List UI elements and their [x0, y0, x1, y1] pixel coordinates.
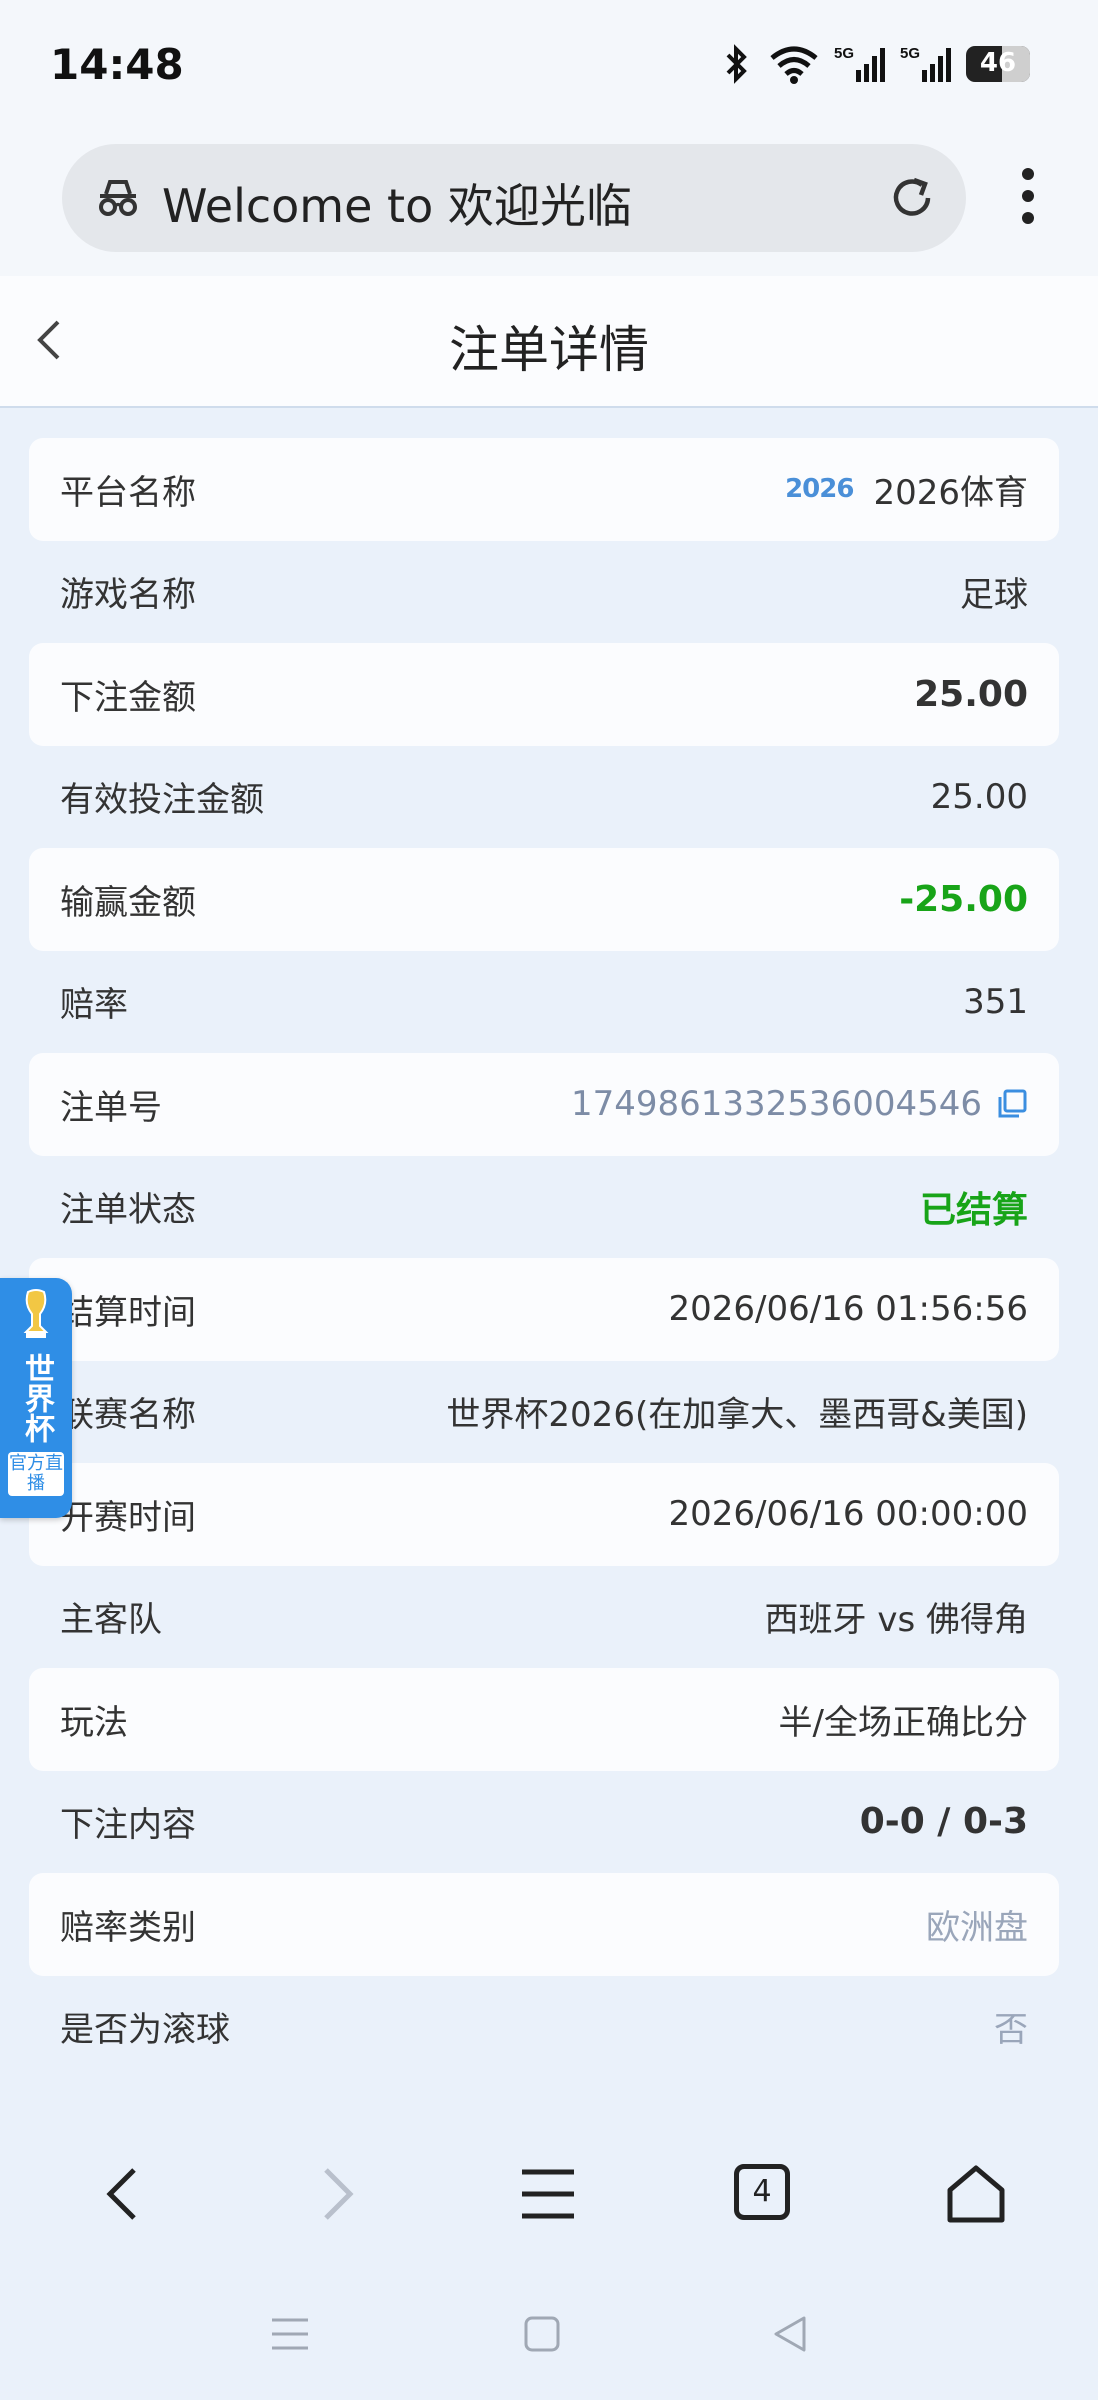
row-label: 主客队 — [60, 1600, 162, 1641]
row-label: 下注金额 — [60, 677, 196, 718]
browser-toolbar: Welcome to 欢迎光临 — [0, 136, 1098, 276]
platform-logo: 2026 — [785, 474, 854, 505]
row-odds-type: 赔率类别 欧洲盘 — [29, 1873, 1059, 1976]
row-label: 游戏名称 — [60, 575, 196, 616]
more-menu-icon[interactable] — [1018, 168, 1038, 228]
system-nav-bar — [0, 2290, 1098, 2400]
reload-icon[interactable] — [888, 174, 936, 222]
signal-icon-1: 5G — [834, 45, 885, 82]
clock: 14:48 — [50, 40, 184, 89]
row-start-time: 开赛时间 2026/06/16 00:00:00 — [29, 1463, 1059, 1566]
row-order-number: 注单号 1749861332536004546 — [29, 1053, 1059, 1156]
status-bar: 14:48 5G 5G 46 — [0, 0, 1098, 136]
badge-title: 世界杯 — [19, 1353, 54, 1443]
system-home-icon[interactable] — [522, 2314, 562, 2354]
url-text: Welcome to 欢迎光临 — [162, 179, 632, 233]
row-value: 否 — [994, 2010, 1028, 2051]
row-label: 注单号 — [60, 1087, 162, 1128]
row-label: 下注内容 — [60, 1805, 196, 1846]
svg-text:5G: 5G — [900, 45, 920, 62]
row-status: 注单状态 已结算 — [29, 1156, 1059, 1259]
row-bet-amount: 下注金额 25.00 — [29, 643, 1059, 746]
row-platform: 平台名称 2026 2026体育 — [29, 438, 1059, 541]
browser-nav-bar: 4 — [0, 2100, 1098, 2290]
page-header: 注单详情 — [0, 276, 1098, 408]
battery-icon: 46 — [966, 46, 1030, 82]
row-value: 欧洲盘 — [926, 1907, 1028, 1948]
row-label: 输赢金额 — [60, 882, 196, 923]
platform-name: 2026体育 — [873, 472, 1028, 513]
wifi-icon — [770, 46, 818, 84]
badge-subtitle: 官方直播 — [8, 1452, 64, 1496]
row-value: 半/全场正确比分 — [778, 1702, 1028, 1743]
copy-icon[interactable] — [996, 1088, 1028, 1120]
recent-apps-icon[interactable] — [270, 2314, 310, 2354]
signal-icon-2: 5G — [900, 45, 951, 82]
row-value: 西班牙 vs 佛得角 — [764, 1600, 1028, 1641]
row-play-type: 玩法 半/全场正确比分 — [29, 1668, 1059, 1771]
row-label: 有效投注金额 — [60, 780, 264, 821]
nav-forward-icon[interactable] — [312, 2164, 362, 2224]
address-bar[interactable]: Welcome to 欢迎光临 — [62, 144, 966, 252]
row-value: 25.00 — [930, 776, 1028, 817]
row-label: 开赛时间 — [60, 1497, 196, 1538]
row-game: 游戏名称 足球 — [29, 541, 1059, 644]
row-label: 结算时间 — [60, 1292, 196, 1333]
row-value: 世界杯2026(在加拿大、墨西哥&美国) — [446, 1395, 1028, 1436]
incognito-icon — [99, 180, 137, 216]
row-label: 赔率类别 — [60, 1907, 196, 1948]
row-value: -25.00 — [899, 878, 1028, 920]
row-label: 联赛名称 — [60, 1395, 196, 1436]
bet-detail-list: 平台名称 2026 2026体育 游戏名称 足球 下注金额 25.00 有效投注… — [29, 438, 1059, 2078]
row-label: 玩法 — [60, 1702, 128, 1743]
order-number: 1749861332536004546 — [570, 1084, 982, 1125]
world-cup-live-badge[interactable]: 世界杯 官方直播 — [0, 1278, 72, 1518]
bluetooth-icon — [726, 44, 747, 84]
row-win-loss: 输赢金额 -25.00 — [29, 848, 1059, 951]
row-label: 注单状态 — [60, 1190, 196, 1231]
status-badge: 已结算 — [919, 1189, 1028, 1231]
home-icon[interactable] — [944, 2164, 1008, 2224]
svg-text:5G: 5G — [834, 45, 854, 62]
row-label: 赔率 — [60, 985, 128, 1026]
row-label: 平台名称 — [60, 472, 196, 513]
row-settle-time: 结算时间 2026/06/16 01:56:56 — [29, 1258, 1059, 1361]
row-value: 2026/06/16 00:00:00 — [668, 1494, 1028, 1535]
row-value: 2026/06/16 01:56:56 — [668, 1289, 1028, 1330]
row-valid-bet: 有效投注金额 25.00 — [29, 746, 1059, 849]
row-live: 是否为滚球 否 — [29, 1976, 1059, 2079]
row-value: 2026 2026体育 — [785, 465, 1028, 514]
row-value: 足球 — [960, 575, 1028, 616]
row-value: 1749861332536004546 — [571, 1084, 1028, 1124]
battery-level: 46 — [979, 48, 1017, 78]
row-odds: 赔率 351 — [29, 951, 1059, 1054]
status-icons: 5G 5G 46 — [720, 44, 1030, 84]
row-league: 联赛名称 世界杯2026(在加拿大、墨西哥&美国) — [29, 1361, 1059, 1464]
tab-count-button[interactable]: 4 — [734, 2164, 790, 2220]
system-back-icon[interactable] — [770, 2314, 810, 2354]
row-teams: 主客队 西班牙 vs 佛得角 — [29, 1566, 1059, 1669]
row-label: 是否为滚球 — [60, 2010, 230, 2051]
page-title: 注单详情 — [449, 321, 649, 379]
menu-icon[interactable] — [518, 2164, 578, 2224]
row-value: 351 — [963, 981, 1028, 1022]
trophy-icon — [23, 1289, 49, 1338]
nav-back-icon[interactable] — [98, 2164, 148, 2224]
row-bet-content: 下注内容 0-0 / 0-3 — [29, 1771, 1059, 1874]
row-value: 25.00 — [914, 673, 1028, 715]
row-value: 0-0 / 0-3 — [859, 1801, 1028, 1843]
